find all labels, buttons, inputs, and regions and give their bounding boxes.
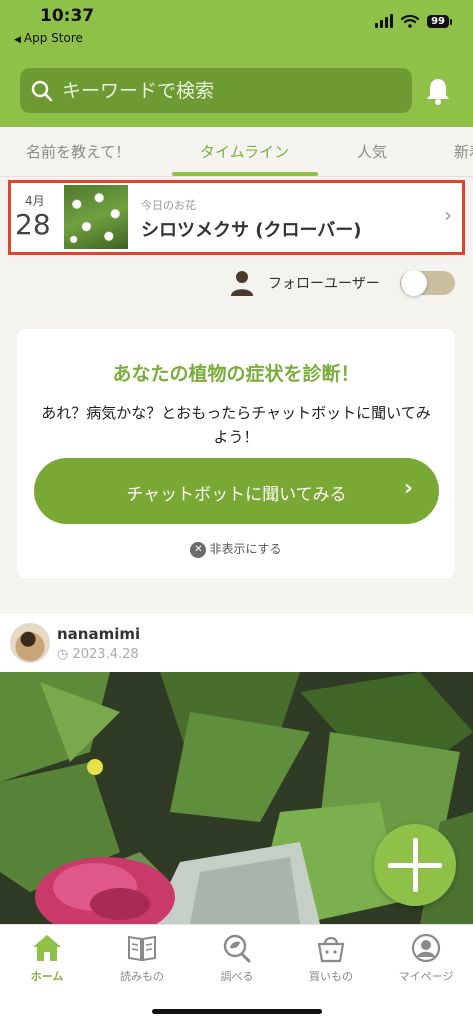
nav-shopping-label: 買いもの (309, 970, 353, 983)
signal-icon (375, 14, 394, 28)
post-header: nanamimi ◷ 2023.4.28 (0, 614, 473, 672)
active-tab-indicator (172, 172, 318, 176)
nav-mypage-label: マイページ (398, 970, 454, 983)
tab-timeline[interactable]: タイムライン (200, 141, 289, 162)
diagnosis-title: あなたの植物の症状を診断！ (112, 363, 360, 385)
search-input[interactable] (60, 78, 400, 103)
flower-thumbnail (64, 185, 128, 249)
nav-home-label: ホーム (30, 970, 64, 983)
nav-search-label: 調べる (220, 970, 254, 983)
diagnosis-card: あなたの植物の症状を診断！ あれ？病気かな？とおもったらチャットボットに聞いてみ… (17, 329, 455, 578)
battery-indicator: 99 (427, 14, 452, 28)
person-icon (231, 271, 253, 296)
follow-users-label: フォローユーザー (268, 276, 380, 292)
back-triangle-icon: ◀ (14, 35, 21, 45)
wifi-icon (401, 14, 420, 28)
back-to-app-link[interactable]: ◀ App Store (14, 31, 83, 45)
nav-reading-label: 読みもの (120, 970, 164, 983)
post-date: ◷ 2023.4.28 (57, 647, 139, 662)
nav-reading[interactable]: 読みもの (97, 933, 187, 984)
chatbot-button-label: チャットボットに聞いてみる (126, 485, 347, 505)
basket-icon (317, 936, 345, 963)
flower-name: シロツメクサ (クローバー) (141, 220, 362, 241)
post-username[interactable]: nanamimi (57, 625, 140, 643)
tab-bar: 名前を教えて！ タイムライン 人気 新着 (0, 127, 473, 177)
status-time: 10:37 (40, 6, 95, 26)
header: 10:37 ◀ App Store 99 (0, 0, 473, 127)
close-icon: ✕ (190, 541, 207, 558)
post-date-text: 2023.4.28 (72, 647, 139, 662)
tab-popular[interactable]: 人気 (357, 141, 387, 162)
user-icon (411, 933, 441, 963)
clock-icon: ◷ (57, 647, 69, 662)
nav-search[interactable]: 調べる (192, 933, 282, 984)
home-indicator (152, 1009, 322, 1014)
follow-users-toggle[interactable] (400, 270, 455, 296)
flower-of-day-card[interactable]: 4月 28 今日のお花 シロツメクサ (クローバー) › (8, 180, 465, 255)
back-app-label: App Store (23, 31, 83, 45)
add-post-button[interactable] (374, 824, 456, 906)
avatar[interactable] (10, 623, 50, 663)
status-icons: 99 (375, 14, 452, 28)
nav-mypage[interactable]: マイページ (381, 933, 471, 984)
search-leaf-icon (223, 934, 251, 963)
search-bar[interactable] (20, 68, 412, 113)
follow-users-row: フォローユーザー (230, 270, 460, 298)
chatbot-button[interactable]: チャットボットに聞いてみる › (34, 458, 439, 524)
search-icon (31, 80, 53, 101)
chevron-right-icon: › (403, 476, 413, 501)
hide-card-button[interactable]: ✕ 非表示にする (17, 540, 455, 558)
diagnosis-body: あれ？病気かな？とおもったらチャットボットに聞いてみよう！ (41, 404, 431, 446)
chevron-right-icon: › (444, 203, 452, 227)
hide-card-label: 非表示にする (209, 542, 282, 556)
flower-caption: 今日のお花 (141, 199, 196, 212)
notification-bell-icon[interactable] (424, 76, 452, 106)
nav-home[interactable]: ホーム (2, 933, 92, 984)
flower-day: 28 (15, 208, 51, 241)
toggle-knob (401, 270, 427, 296)
nav-shopping[interactable]: 買いもの (286, 933, 376, 984)
book-icon (128, 935, 156, 962)
tab-name-request[interactable]: 名前を教えて！ (26, 141, 130, 162)
tab-new[interactable]: 新着 (454, 141, 473, 162)
home-icon (33, 935, 61, 961)
flower-month: 4月 (25, 194, 45, 208)
